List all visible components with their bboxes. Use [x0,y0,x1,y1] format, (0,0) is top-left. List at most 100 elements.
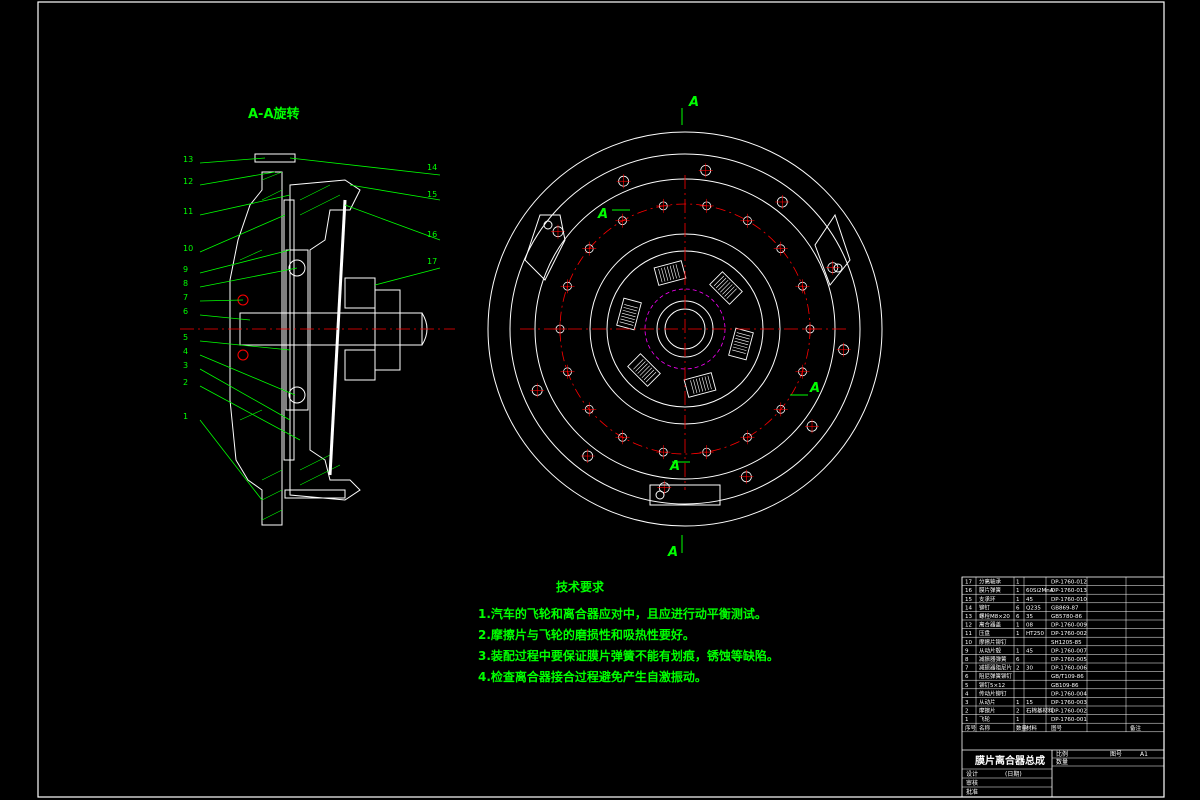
bom-cell: 4 [965,691,969,697]
damper-spring-lower [288,386,306,404]
bom-cell: 传动片铆钉 [979,689,1007,697]
bom-cell: 支承环 [979,595,996,603]
spring-window [627,353,661,387]
bom-cell: DP-1760-002 [1051,709,1087,715]
scale-label: 比例 [1056,750,1068,758]
bom-cell: 6 [1016,614,1020,620]
bom-cell: 序号 [965,724,977,732]
leader-number: 13 [183,155,193,164]
bom-cell: DP-1760-007 [1051,648,1087,654]
bom-cell: 1 [1016,648,1020,654]
hub [285,249,309,411]
bom-cell: Q235 [1026,605,1041,611]
tech-req-line-4: 4.检查离合器接合过程避免产生自激振动。 [478,670,707,684]
bom-cell: 从动片 [979,698,996,706]
bom-cell: 30 [1026,666,1033,672]
bom-cell: DP-1760-004 [1051,691,1087,697]
bom-cell: 铆钉5×12 [979,681,1005,689]
bom-cell: 1 [1016,700,1020,706]
bom-cell: DP-1760-010 [1051,597,1087,603]
bom-cell: 摩擦片铆钉 [979,638,1007,646]
bom-cell: DP-1760-006 [1051,666,1087,672]
bom-cell: 石棉基材料 [1026,707,1054,715]
leader-number: 15 [427,190,437,199]
tech-req-line-1: 1.汽车的飞轮和离合器应对中，且应进行动平衡测试。 [478,607,767,621]
bom-cell: 2 [965,709,969,715]
bom-cell: GB109-86 [1051,683,1079,689]
leader-number: 4 [183,347,188,356]
bom-cell: 13 [965,614,972,620]
bom-cell: 名称 [979,724,991,732]
release-bearing-lower [344,349,376,381]
bom-cell: 减振器阻尼片 [979,664,1012,672]
spring-window [728,327,754,361]
section-view: A-A旋转 [180,106,455,526]
leader-number: 16 [427,230,437,239]
sheet-value: A1 [1140,751,1148,758]
leader-number: 9 [183,265,188,274]
marker-a-left: A [597,207,608,222]
bom-cell: 阻尼弹簧铆钉 [979,672,1013,680]
leader-number: 2 [183,378,188,387]
spring-window [683,372,717,398]
marker-a-bottom: A [667,545,678,560]
bom-cell: 10 [965,640,972,646]
marker-a-right: A [809,381,820,396]
lug-bottom-hole [655,490,665,500]
bom-cell: DP-1760-012 [1051,580,1087,586]
bom-cell: 7 [965,666,969,672]
bom-cell: 12 [965,623,972,629]
leader-number: 8 [183,279,188,288]
design-label: 设计 [966,770,978,778]
sheet-label: 图号 [1110,751,1122,758]
spring-window [653,260,687,286]
bom-cell: 3 [965,700,969,706]
bom-cell: 1 [1016,580,1020,586]
release-bearing-upper [344,277,376,309]
assembly-title: 膜片离合器总成 [975,754,1045,767]
bom-cell: 14 [965,605,972,611]
bom-cell: 摩擦片 [979,707,996,715]
bom-cell: 1 [965,717,969,723]
bom-cell: 16 [965,588,972,594]
bom-cell: DP-1760-002 [1051,631,1087,637]
bom-cell: 铆钉 [979,603,991,611]
bom-cell: 1 [1016,597,1020,603]
spring-window [616,297,642,331]
bom-cell: 从动片毂 [979,646,1002,654]
pin-lower [237,349,249,361]
bom-cell: 压盘 [979,629,991,637]
approve-label: 批准 [966,788,978,796]
bom-cell: 飞轮 [979,715,991,723]
pressure-plate [289,179,361,501]
bom-cell: 6 [1016,605,1020,611]
bom-table: 17 分离轴承 1 DP-1760-01216 膜片弹簧 1 60Si2MnADP-1760… [961,577,1165,733]
bom-cell: 备注 [1130,724,1142,732]
release-sleeve [374,289,401,371]
bom-cell: DP-1760-001 [1051,717,1087,723]
bom-cell: 11 [965,631,972,637]
bom-cell: DP-1760-005 [1051,657,1087,663]
diaphragm-spring [328,199,347,476]
section-markers: A A A A A [597,95,820,560]
bom-cell: 螺栓M8×20 [979,612,1010,620]
qty-label: 数量 [1056,758,1068,766]
bom-cell: 材料 [1026,724,1038,732]
bom-cell: 60Si2MnA [1026,588,1054,594]
bom-cell: SH1205-85 [1051,640,1082,646]
bom-cell: 6 [1016,657,1020,663]
leader-number: 6 [183,307,188,316]
leader-number: 7 [183,293,188,302]
bom-cell: 减振器弹簧 [979,655,1007,663]
bom-cell: 5 [965,683,969,689]
date-label: (日期) [1005,770,1022,778]
bom-cell: 膜片弹簧 [979,586,1002,594]
bom-cell: 45 [1026,648,1033,654]
leaders-right [289,157,441,286]
bom-cell: 1 [1016,717,1020,723]
tech-req-title: 技术要求 [556,580,605,594]
tech-req-line-3: 3.装配过程中要保证膜片弹簧不能有划痕，锈蚀等缺陷。 [478,649,779,663]
bom-cell: 15 [965,597,972,603]
bom-cell: 35 [1026,614,1033,620]
bom-cell: DP-1760-013 [1051,588,1087,594]
